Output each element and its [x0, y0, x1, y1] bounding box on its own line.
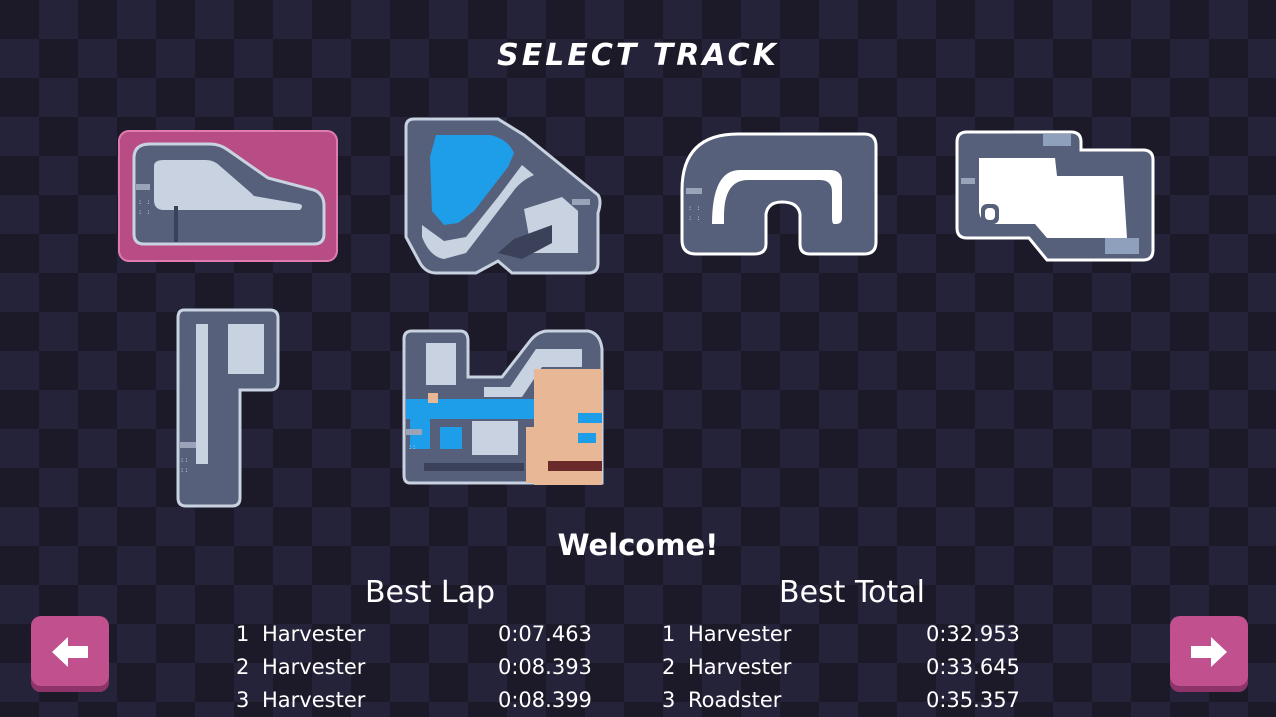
best-lap-time-3: 0:08.399 [498, 688, 592, 712]
best-lap-heading: Best Lap [364, 575, 496, 610]
svg-text:::: :: [408, 443, 416, 451]
track-thumbnail-1[interactable]: : : : : [118, 130, 338, 262]
svg-text:::: :: [180, 466, 188, 474]
arrow-right-icon [1191, 637, 1227, 667]
best-lap-name-1: Harvester [262, 622, 366, 646]
best-total-time-3: 0:35.357 [926, 688, 1020, 712]
svg-text:: :: : : [688, 214, 701, 222]
svg-text:: :: : : [138, 208, 151, 216]
track-thumbnail-5[interactable]: :: :: [176, 306, 280, 508]
previous-page-button[interactable] [31, 616, 109, 692]
best-total-rank-2: 2 [662, 655, 676, 679]
best-lap-time-1: 0:07.463 [498, 622, 592, 646]
svg-text:: :: : : [138, 198, 151, 206]
track-thumbnail-6[interactable]: :: [402, 327, 606, 487]
best-total-name-2: Harvester [688, 655, 792, 679]
screen-title: SELECT TRACK [497, 38, 779, 73]
next-page-button[interactable] [1170, 616, 1248, 692]
best-total-name-1: Harvester [688, 622, 792, 646]
best-lap-rank-2: 2 [236, 655, 250, 679]
welcome-message: Welcome! [557, 528, 719, 562]
track-thumbnail-4[interactable] [955, 128, 1155, 264]
best-total-time-1: 0:32.953 [926, 622, 1020, 646]
best-total-rank-1: 1 [662, 622, 676, 646]
arrow-left-icon [52, 637, 88, 667]
best-lap-rank-3: 3 [236, 688, 250, 712]
best-total-time-2: 0:33.645 [926, 655, 1020, 679]
track-thumbnail-3[interactable]: : : : : [678, 130, 882, 260]
best-total-rank-3: 3 [662, 688, 676, 712]
track-thumbnail-2[interactable] [402, 113, 606, 277]
best-lap-name-3: Harvester [262, 688, 366, 712]
best-total-name-3: Roadster [688, 688, 782, 712]
best-total-heading: Best Total [778, 575, 926, 610]
best-lap-name-2: Harvester [262, 655, 366, 679]
best-lap-rank-1: 1 [236, 622, 250, 646]
svg-text:::: :: [180, 456, 188, 464]
best-lap-time-2: 0:08.393 [498, 655, 592, 679]
svg-text:: :: : : [688, 204, 701, 212]
